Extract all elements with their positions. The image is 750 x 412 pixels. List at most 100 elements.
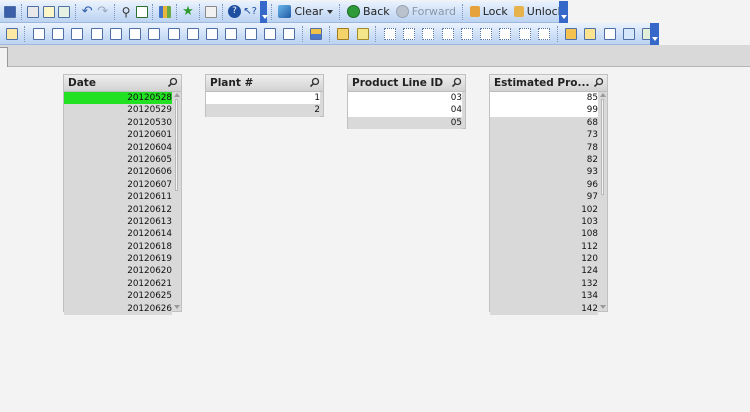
listbox-title[interactable]: Estimated Pro... (490, 75, 607, 92)
listbox-item[interactable]: 78 (490, 141, 598, 154)
estimated-listbox[interactable]: Estimated Pro... 85 99 68 73 78 82 93 96 97 102 10… (489, 74, 608, 316)
listbox-item[interactable]: 20120529 (64, 104, 172, 117)
listbox-item[interactable]: 20120613 (64, 215, 172, 229)
document-properties-icon[interactable] (620, 25, 637, 43)
chevron-down-icon[interactable] (327, 9, 334, 14)
line-arrow-icon[interactable] (203, 25, 220, 43)
listbox-item[interactable]: 20120530 (64, 116, 172, 130)
scroll-thumb[interactable] (175, 99, 178, 191)
listbox-title[interactable]: Plant # (206, 75, 323, 92)
listbox-item[interactable]: 20120605 (64, 153, 172, 167)
current-selections-icon[interactable] (146, 25, 163, 43)
add-sheet-icon[interactable] (582, 25, 599, 43)
space-vertical-icon[interactable] (497, 25, 514, 43)
listbox-item[interactable]: 120 (490, 253, 598, 266)
search-object-icon[interactable] (242, 25, 259, 43)
plant-listbox[interactable]: Plant # 12 (205, 74, 324, 117)
listbox-item[interactable]: 103 (490, 215, 598, 229)
listbox-item[interactable]: 134 (490, 290, 598, 303)
new-sheet-icon[interactable] (3, 25, 20, 43)
listbox-item[interactable]: 85 (490, 92, 598, 105)
listbox-item[interactable]: 20120625 (64, 290, 172, 303)
listbox-item[interactable]: 96 (490, 178, 598, 192)
listbox-item[interactable]: 97 (490, 191, 598, 204)
statistics-box-icon[interactable] (49, 25, 66, 43)
scroll-thumb[interactable] (601, 99, 604, 195)
bookmark-star-icon[interactable]: ★ (181, 3, 195, 21)
listbox-item[interactable]: 03 (348, 92, 462, 105)
list-box-icon[interactable] (30, 25, 47, 43)
lock-button[interactable]: Lock (467, 3, 511, 21)
properties-icon[interactable] (205, 3, 219, 21)
date-listbox[interactable]: Date 20120528 20120529 20120530 20120601 201… (63, 74, 182, 316)
listbox-item[interactable]: 82 (490, 153, 598, 167)
listbox-item[interactable]: 20120601 (64, 129, 172, 142)
listbox-item[interactable]: 20120626 (64, 302, 172, 316)
listbox-item[interactable]: 20120528 (64, 92, 172, 105)
sheet-tab[interactable] (0, 47, 8, 67)
input-box-icon[interactable] (126, 25, 143, 43)
button-icon[interactable] (165, 25, 182, 43)
new-sheet-object-icon[interactable] (563, 25, 580, 43)
listbox-item[interactable]: 20120621 (64, 277, 172, 291)
listbox-item[interactable]: 124 (490, 265, 598, 278)
listbox-item[interactable]: 20120604 (64, 141, 172, 154)
search-icon[interactable] (593, 77, 604, 88)
chart-icon[interactable] (158, 3, 172, 21)
slider-icon[interactable] (223, 25, 240, 43)
chart-object-icon[interactable] (107, 25, 124, 43)
product-line-listbox[interactable]: Product Line ID 03 04 05 (347, 74, 466, 130)
listbox-item[interactable]: 73 (490, 129, 598, 142)
whats-this-icon[interactable]: ↖? (243, 3, 257, 21)
listbox-item[interactable]: 05 (348, 116, 462, 130)
search-icon[interactable]: ⚲ (119, 3, 133, 21)
toolbar1-overflow-button[interactable] (259, 0, 268, 23)
align-middle-icon[interactable] (439, 25, 456, 43)
format-painter-icon[interactable] (335, 25, 352, 43)
listbox-item[interactable]: 1 (206, 92, 320, 105)
adjust-left-icon[interactable] (516, 25, 533, 43)
listbox-item[interactable]: 20120611 (64, 191, 172, 204)
search-icon[interactable] (167, 77, 178, 88)
align-right-icon[interactable] (401, 25, 418, 43)
search-icon[interactable] (451, 77, 462, 88)
scroll-down-icon[interactable] (600, 305, 606, 309)
bookmark-object-icon[interactable] (261, 25, 278, 43)
toolbar2-overflow-button[interactable] (650, 23, 659, 45)
listbox-item[interactable]: 20120612 (64, 203, 172, 216)
clear-button[interactable]: Clear (275, 3, 336, 21)
listbox-item[interactable]: 108 (490, 228, 598, 241)
help-icon[interactable]: ? (228, 3, 242, 21)
listbox-item[interactable]: 20120619 (64, 253, 172, 266)
space-horizontal-icon[interactable] (478, 25, 495, 43)
listbox-item[interactable]: 20120614 (64, 228, 172, 241)
listbox-item[interactable]: 2 (206, 104, 320, 117)
print-icon[interactable] (26, 3, 40, 21)
text-object-icon[interactable] (184, 25, 201, 43)
align-center-icon[interactable] (381, 25, 398, 43)
listbox-item[interactable]: 20120618 (64, 240, 172, 254)
back-button[interactable]: Back (344, 3, 393, 21)
redo-icon[interactable]: ↷ (96, 3, 110, 21)
align-top-icon[interactable] (420, 25, 437, 43)
listbox-item[interactable]: 04 (348, 104, 462, 117)
search-icon[interactable] (309, 77, 320, 88)
checkbox-icon[interactable] (135, 3, 149, 21)
vertical-scrollbar[interactable] (599, 92, 606, 310)
vertical-scrollbar[interactable] (173, 92, 180, 310)
container-icon[interactable] (280, 25, 297, 43)
listbox-item[interactable]: 20120606 (64, 166, 172, 179)
listbox-title[interactable]: Date (64, 75, 181, 92)
listbox-item[interactable]: 102 (490, 203, 598, 216)
listbox-item[interactable]: 20120620 (64, 265, 172, 278)
undo-icon[interactable]: ↶ (81, 3, 95, 21)
align-left-icon[interactable] (354, 25, 371, 43)
save-icon[interactable] (3, 3, 17, 21)
listbox-item[interactable]: 112 (490, 240, 598, 254)
design-grid-icon[interactable] (308, 25, 325, 43)
toolbar1-end-overflow[interactable] (559, 1, 568, 23)
listbox-item[interactable]: 132 (490, 277, 598, 291)
table-box-icon[interactable] (88, 25, 105, 43)
multi-box-icon[interactable] (69, 25, 86, 43)
listbox-item[interactable]: 68 (490, 116, 598, 130)
